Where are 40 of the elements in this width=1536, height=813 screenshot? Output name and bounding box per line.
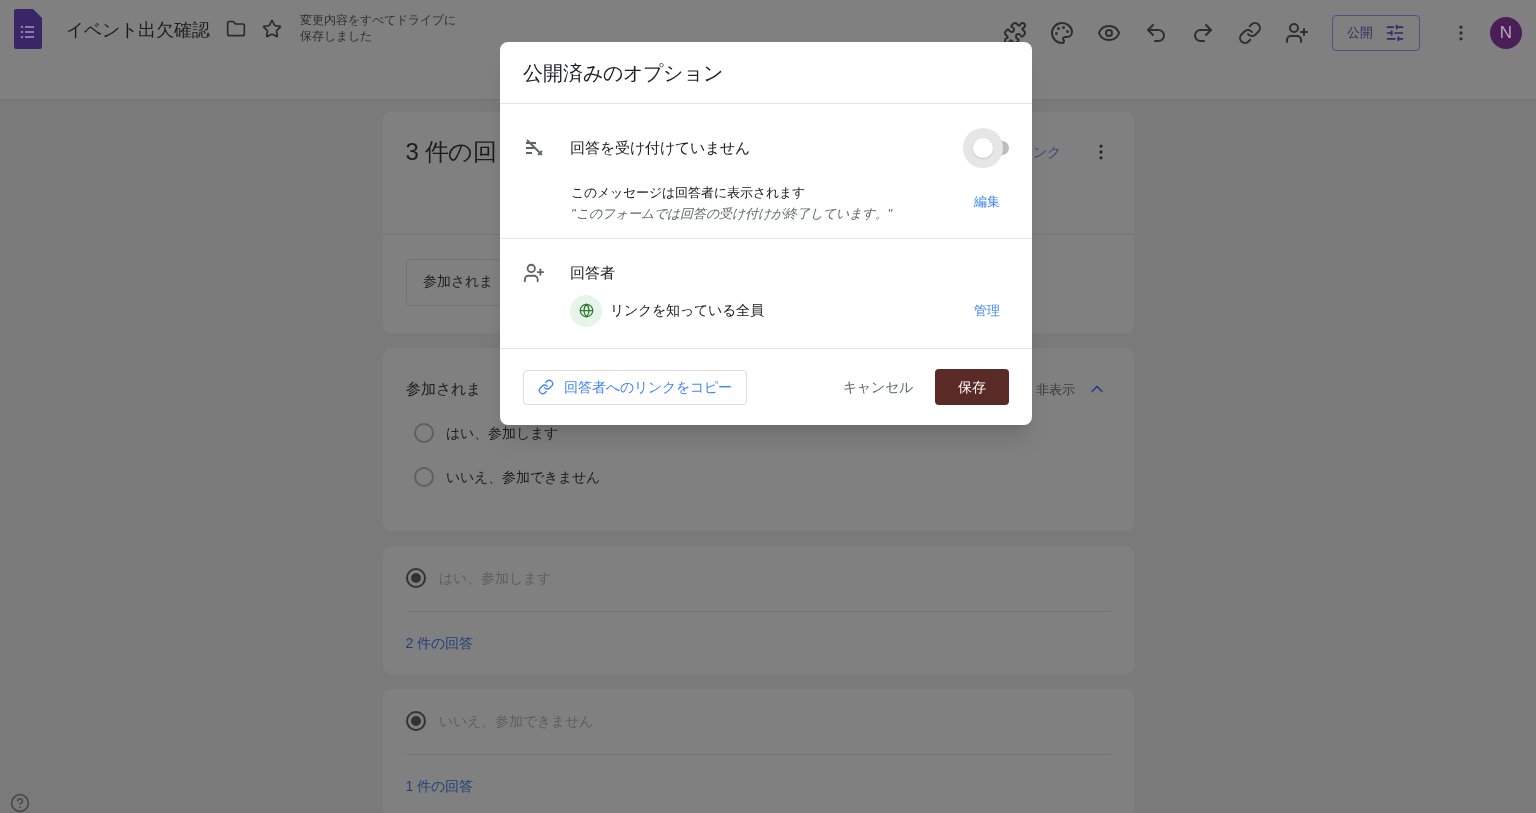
star-icon[interactable] (262, 19, 282, 39)
add-person-icon[interactable] (1285, 21, 1309, 45)
link-icon (538, 379, 554, 395)
hide-link[interactable]: 非表示 (1035, 379, 1075, 399)
undo-icon[interactable] (1144, 21, 1168, 45)
palette-icon[interactable] (1050, 21, 1074, 45)
manage-link[interactable]: 管理 (974, 300, 1000, 321)
redo-icon[interactable] (1191, 21, 1215, 45)
radio-button[interactable] (413, 423, 434, 443)
edit-link[interactable]: 編集 (974, 192, 1000, 212)
dialog-title: 公開済みのオプション (523, 60, 723, 86)
question-title: 参加されま (405, 379, 481, 399)
closed-message: "このフォームでは回答の受け付けが終了しています。" (571, 205, 893, 223)
radio-button[interactable] (405, 711, 426, 731)
link-icon[interactable] (1238, 21, 1262, 45)
tab-link[interactable]: ンク (1032, 142, 1061, 163)
add-on-icon[interactable] (1003, 21, 1027, 45)
radio-button[interactable] (413, 467, 434, 487)
message-label: このメッセージは回答者に表示されます (571, 184, 806, 202)
response-count: 2 件の回答 (405, 635, 474, 651)
responses-title: 3 件の回 (405, 137, 496, 167)
avatar[interactable]: N (1490, 17, 1522, 49)
option-label: はい、参加します (445, 423, 558, 443)
cancel-button[interactable]: キャンセル (841, 376, 915, 398)
add-person-icon (523, 262, 545, 285)
forms-logo-icon[interactable] (14, 9, 42, 49)
document-title[interactable]: イベント出欠確認 (66, 17, 210, 44)
audience-label: リンクを知っている全員 (610, 301, 764, 320)
copy-link-button[interactable]: 回答者へのリンクをコピー (523, 369, 747, 405)
save-status: 変更内容をすべてドライブに保存しました (300, 12, 457, 44)
publish-button[interactable]: 公開 (1332, 15, 1420, 51)
folder-icon[interactable] (226, 19, 246, 39)
help-icon[interactable] (10, 793, 30, 813)
option-label: いいえ、参加できません (445, 467, 600, 487)
globe-icon (570, 294, 602, 327)
response-count: 1 件の回答 (405, 778, 474, 794)
radio-button[interactable] (405, 568, 426, 588)
accepting-responses-label: 回答を受け付けていません (570, 137, 750, 158)
sliders-icon (1385, 23, 1405, 43)
save-button[interactable]: 保存 (935, 369, 1009, 405)
